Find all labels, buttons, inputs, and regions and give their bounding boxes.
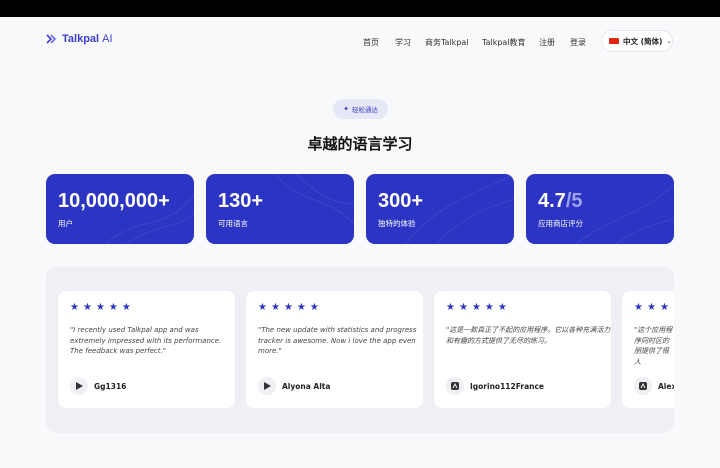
- stat-card-users: 10,000,000+ 用户: [46, 174, 194, 244]
- language-selector[interactable]: 中文 (简体) ⌄: [601, 30, 673, 52]
- stat-value: 4.7/5: [538, 190, 583, 213]
- top-black-bar: [0, 0, 720, 17]
- star-icon: ★: [484, 302, 494, 313]
- play-store-icon: [258, 377, 276, 395]
- app-store-icon: [446, 377, 464, 395]
- stat-label: 应用商店评分: [538, 219, 583, 228]
- star-icon: ★: [283, 302, 293, 313]
- star-icon: ★: [270, 302, 280, 313]
- star-icon: ★: [659, 302, 669, 313]
- star-icon: ★: [70, 302, 79, 313]
- star-icon: ★: [646, 302, 656, 313]
- star-icon: ★: [95, 302, 105, 313]
- reviews-carousel[interactable]: ★ ★ ★ ★ ★ "I recently used Talkpal app and w…: [46, 267, 674, 433]
- talkpal-logo[interactable]: Talkpal AI: [46, 33, 113, 45]
- author-name: Igorino112France: [470, 381, 545, 391]
- star-icon: ★: [296, 302, 306, 313]
- app-store-icon: [634, 377, 652, 395]
- review-author: Alyona Alta: [258, 377, 330, 395]
- star-icon: ★: [258, 302, 267, 313]
- nav-register[interactable]: 注册: [539, 37, 555, 48]
- language-label: 中文 (简体): [623, 36, 663, 46]
- brand-name: Talkpal: [62, 33, 100, 45]
- section-title: 卓越的语言学习: [307, 135, 413, 153]
- hero-badge-label: 轻松通达: [351, 106, 378, 114]
- star-icon: ★: [497, 302, 507, 313]
- stat-label: 独特的体验: [378, 219, 416, 228]
- stat-card-rating: 4.7/5 应用商店评分: [526, 174, 674, 244]
- star-icon: ★: [458, 302, 468, 313]
- sparkle-icon: ✦: [343, 105, 349, 113]
- stat-card-languages: 130+ 可用语言: [206, 174, 354, 244]
- review-text: "这个应用程序同时区的朋提供了很人: [634, 326, 673, 366]
- rating-value: 4.7: [538, 190, 566, 212]
- star-icon: ★: [634, 302, 643, 313]
- hero-badge: ✦ 轻松通达: [333, 99, 388, 119]
- review-card: ★★★★★ "这个应用程序同时区的朋提供了很人 Alex: [622, 291, 674, 408]
- review-author: Alex: [634, 377, 674, 395]
- nav-login[interactable]: 登录: [570, 37, 586, 48]
- nav-home[interactable]: 首页: [363, 37, 379, 48]
- rating-suffix: /5: [565, 190, 583, 212]
- talkpal-logo-icon: [46, 34, 57, 44]
- stat-label: 可用语言: [218, 219, 248, 228]
- star-icon: ★: [121, 302, 131, 313]
- site-header: Talkpal AI 首页 学习 商务Talkpal Talkpal教育 注册 …: [0, 17, 720, 65]
- stat-card-experiences: 300+ 独特的体验: [366, 174, 514, 244]
- author-name: Gg1316: [94, 381, 127, 391]
- star-icon: ★: [309, 302, 319, 313]
- stat-value: 10,000,000+: [58, 190, 170, 212]
- star-icon: ★: [446, 302, 455, 313]
- review-card: ★ ★ ★ ★ ★ "这是一款真正了不起的应用程序。它以各种充满活力和有趣的方式提供了无…: [434, 291, 611, 408]
- star-rating: ★★★★★: [258, 303, 319, 313]
- nav-business[interactable]: 商务Talkpal: [425, 37, 469, 48]
- review-author: Gg1316: [70, 377, 126, 395]
- review-text: "I recently used Talkpal app and was ext…: [70, 326, 222, 355]
- china-flag-icon: [609, 38, 619, 44]
- review-text: "The new update with statistics and prog…: [258, 326, 417, 355]
- stat-value: 300+: [378, 190, 424, 212]
- nav-learn[interactable]: 学习: [395, 37, 411, 48]
- star-rating: ★★★★★: [70, 303, 131, 313]
- author-name: Alex: [658, 381, 674, 391]
- author-name: Alyona Alta: [282, 381, 331, 391]
- stat-value: 130+: [218, 190, 264, 212]
- stat-label: 用户: [58, 219, 73, 228]
- review-text: "这是一款真正了不起的应用程序。它以各种充满活力和有趣的方式提供了无尽的练习。: [446, 326, 611, 345]
- review-card: ★ ★ ★ ★ ★ "The new update with statistics an…: [246, 291, 423, 408]
- star-icon: ★: [82, 302, 92, 313]
- chevron-down-icon: ⌄: [666, 37, 672, 45]
- play-store-icon: [70, 377, 88, 395]
- brand-suffix: AI: [102, 33, 113, 45]
- star-rating: ★★★★★: [446, 303, 507, 313]
- review-card: ★ ★ ★ ★ ★ "I recently used Talkpal app and w…: [58, 291, 235, 408]
- nav-education[interactable]: Talkpal教育: [482, 37, 526, 48]
- star-rating: ★★★★★: [634, 303, 674, 313]
- review-author: Igorino112France: [446, 377, 544, 395]
- star-icon: ★: [673, 303, 674, 313]
- star-icon: ★: [471, 302, 481, 313]
- star-icon: ★: [108, 302, 118, 313]
